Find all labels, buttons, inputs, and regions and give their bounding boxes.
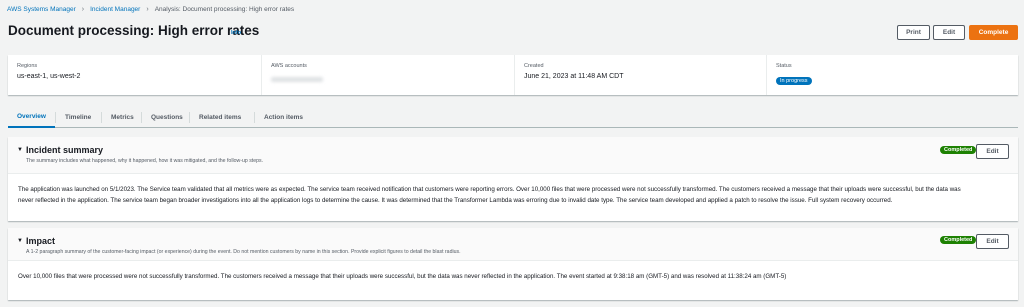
completed-badge: Completed [940, 236, 977, 244]
breadcrumb-incident-manager[interactable]: Incident Manager [90, 6, 140, 13]
incident-summary-line: never reflected in the application. The … [18, 196, 893, 204]
created-field: Created June 21, 2023 at 11:48 AM CDT [514, 55, 766, 95]
incident-summary-description: The summary includes what happened, why … [26, 158, 264, 164]
tab-action-items[interactable]: Action items [255, 106, 312, 128]
tab-questions[interactable]: Questions [142, 106, 192, 128]
tab-timeline[interactable]: Timeline [56, 106, 100, 128]
incident-summary-header: ▼ Incident summary The summary includes … [8, 137, 1018, 174]
complete-button[interactable]: Complete [969, 25, 1018, 40]
impact-description: A 1-2 paragraph summary of the customer-… [26, 249, 461, 255]
incident-summary-line: The application was launched on 5/1/2023… [18, 186, 961, 193]
incident-details-card: Regions us-east-1, us-west-2 AWS account… [8, 55, 1018, 95]
tab-bar: Overview Timeline Metrics Questions Rela… [8, 106, 1018, 128]
breadcrumb: AWS Systems Manager › Incident Manager ›… [7, 3, 294, 15]
created-label: Created [524, 63, 544, 69]
incident-summary-section: ▼ Incident summary The summary includes … [8, 137, 1018, 221]
status-label: Status [776, 63, 792, 69]
edit-button[interactable]: Edit [933, 25, 965, 40]
status-field: Status In progress [766, 55, 1018, 95]
info-link[interactable]: Info [231, 30, 241, 36]
page-title: Document processing: High error rates [8, 23, 260, 38]
accounts-value-redacted [271, 77, 323, 82]
chevron-right-icon: › [146, 5, 149, 13]
caret-down-icon[interactable]: ▼ [17, 238, 23, 244]
incident-summary-title[interactable]: Incident summary [26, 145, 103, 155]
regions-label: Regions [17, 63, 38, 69]
impact-section: ▼ Impact A 1-2 paragraph summary of the … [8, 228, 1018, 300]
tab-metrics[interactable]: Metrics [102, 106, 143, 128]
completed-badge: Completed [940, 146, 977, 154]
regions-field: Regions us-east-1, us-west-2 [8, 55, 261, 95]
print-button[interactable]: Print [897, 25, 930, 40]
accounts-field: AWS accounts [261, 55, 514, 95]
breadcrumb-current: Analysis: Document processing: High erro… [154, 5, 295, 13]
incident-summary-text: The application was launched on 5/1/2023… [18, 185, 1013, 206]
accounts-label: AWS accounts [271, 63, 307, 69]
status-badge: In progress [776, 77, 812, 85]
impact-header: ▼ Impact A 1-2 paragraph summary of the … [8, 228, 1018, 261]
tab-related-items[interactable]: Related items [190, 106, 250, 128]
impact-line: Over 10,000 files that were processed we… [18, 273, 787, 280]
impact-edit-button[interactable]: Edit [976, 234, 1009, 249]
caret-down-icon[interactable]: ▼ [17, 147, 23, 153]
impact-text: Over 10,000 files that were processed we… [18, 272, 1013, 283]
impact-title[interactable]: Impact [26, 236, 55, 246]
created-value: June 21, 2023 at 11:48 AM CDT [524, 73, 624, 80]
chevron-right-icon: › [81, 5, 85, 13]
incident-summary-edit-button[interactable]: Edit [976, 144, 1009, 159]
regions-value: us-east-1, us-west-2 [17, 73, 81, 80]
tab-overview[interactable]: Overview [8, 106, 55, 128]
breadcrumb-systems-manager[interactable]: AWS Systems Manager [7, 6, 76, 13]
